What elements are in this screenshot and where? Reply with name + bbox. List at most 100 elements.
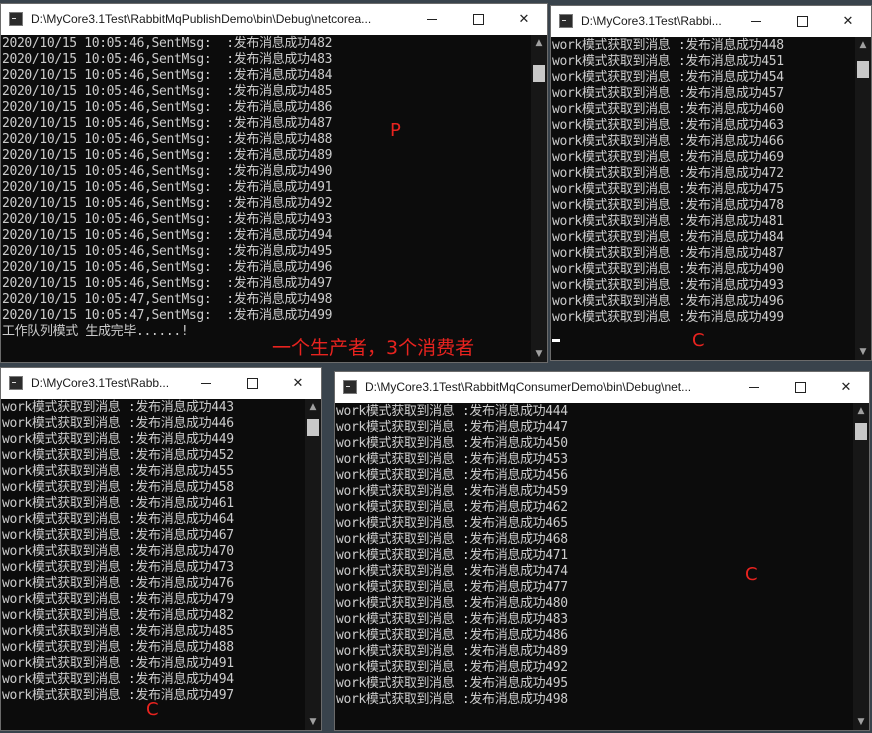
console-output: work模式获取到消息 :发布消息成功443 work模式获取到消息 :发布消息成…: [1, 399, 305, 730]
consumer-annotation-c-2: C: [146, 699, 159, 720]
title-bar[interactable]: D:\MyCore3.1Test\Rabb... ✕: [1, 368, 321, 399]
maximize-button[interactable]: [779, 6, 825, 37]
maximize-button[interactable]: [455, 4, 501, 35]
title-bar[interactable]: D:\MyCore3.1Test\Rabbi... ✕: [551, 6, 871, 37]
console-line: 2020/10/15 10:05:46,SentMsg: :发布消息成功495: [2, 244, 333, 259]
close-icon: ✕: [840, 380, 852, 395]
vertical-scrollbar[interactable]: ▲ ▼: [853, 403, 869, 730]
scrollbar-thumb[interactable]: [855, 423, 867, 440]
close-button[interactable]: ✕: [825, 6, 871, 37]
maximize-icon: [796, 16, 808, 27]
console-line: work模式获取到消息 :发布消息成功452: [2, 448, 234, 463]
minimize-icon: [201, 383, 211, 384]
console-line: 2020/10/15 10:05:46,SentMsg: :发布消息成功488: [2, 132, 333, 147]
minimize-button[interactable]: [409, 4, 455, 35]
close-icon: ✕: [292, 376, 304, 391]
console-app-icon: [343, 380, 357, 394]
vertical-scrollbar[interactable]: ▲ ▼: [855, 37, 871, 360]
console-line: work模式获取到消息 :发布消息成功458: [2, 480, 234, 495]
scrollbar-thumb[interactable]: [857, 61, 869, 78]
consumer-console-window-1[interactable]: D:\MyCore3.1Test\Rabbi... ✕ work模式获取到消息 …: [550, 5, 872, 361]
console-line: 2020/10/15 10:05:46,SentMsg: :发布消息成功490: [2, 164, 333, 179]
minimize-icon: [751, 21, 761, 22]
console-line: work模式获取到消息 :发布消息成功477: [336, 580, 568, 595]
console-line: work模式获取到消息 :发布消息成功463: [552, 118, 784, 133]
close-icon: ✕: [518, 12, 530, 27]
maximize-button[interactable]: [229, 368, 275, 399]
console-line: 2020/10/15 10:05:46,SentMsg: :发布消息成功482: [2, 36, 333, 51]
console-line: work模式获取到消息 :发布消息成功444: [336, 404, 568, 419]
console-line: work模式获取到消息 :发布消息成功495: [336, 676, 568, 691]
window-title: D:\MyCore3.1Test\Rabb...: [31, 376, 170, 390]
scrollbar-thumb[interactable]: [533, 65, 545, 82]
maximize-icon: [246, 378, 258, 389]
consumer-console-window-2[interactable]: D:\MyCore3.1Test\Rabb... ✕ work模式获取到消息 :…: [0, 367, 322, 731]
console-line: work模式获取到消息 :发布消息成功451: [552, 54, 784, 69]
console-line: 2020/10/15 10:05:46,SentMsg: :发布消息成功492: [2, 196, 333, 211]
console-line: work模式获取到消息 :发布消息成功470: [2, 544, 234, 559]
console-line: work模式获取到消息 :发布消息成功494: [2, 672, 234, 687]
scroll-up-arrow-icon[interactable]: ▲: [531, 35, 547, 51]
console-line: work模式获取到消息 :发布消息成功468: [336, 532, 568, 547]
console-line: 2020/10/15 10:05:46,SentMsg: :发布消息成功484: [2, 68, 333, 83]
console-line: work模式获取到消息 :发布消息成功478: [552, 198, 784, 213]
console-line: work模式获取到消息 :发布消息成功469: [552, 150, 784, 165]
console-line: work模式获取到消息 :发布消息成功448: [552, 38, 784, 53]
console-line: work模式获取到消息 :发布消息成功472: [552, 166, 784, 181]
console-line: work模式获取到消息 :发布消息成功449: [2, 432, 234, 447]
console-line: work模式获取到消息 :发布消息成功487: [552, 246, 784, 261]
setup-caption: 一个生产者，3个消费者: [272, 337, 475, 359]
console-line: work模式获取到消息 :发布消息成功454: [552, 70, 784, 85]
minimize-button[interactable]: [731, 372, 777, 403]
maximize-icon: [472, 14, 484, 25]
scrollbar-thumb[interactable]: [307, 419, 319, 436]
console-line: work模式获取到消息 :发布消息成功491: [2, 656, 234, 671]
scroll-up-arrow-icon[interactable]: ▲: [853, 403, 869, 419]
title-bar[interactable]: D:\MyCore3.1Test\RabbitMqConsumerDemo\bi…: [335, 372, 869, 403]
consumer-console-window-3[interactable]: D:\MyCore3.1Test\RabbitMqConsumerDemo\bi…: [334, 371, 870, 731]
close-button[interactable]: ✕: [823, 372, 869, 403]
console-line: 2020/10/15 10:05:47,SentMsg: :发布消息成功499: [2, 308, 333, 323]
close-button[interactable]: ✕: [501, 4, 547, 35]
minimize-button[interactable]: [183, 368, 229, 399]
scroll-up-arrow-icon[interactable]: ▲: [305, 399, 321, 415]
console-line: work模式获取到消息 :发布消息成功450: [336, 436, 568, 451]
console-line: 2020/10/15 10:05:46,SentMsg: :发布消息成功491: [2, 180, 333, 195]
console-line: work模式获取到消息 :发布消息成功479: [2, 592, 234, 607]
consumer-annotation-c-1: C: [692, 330, 705, 351]
console-line: 2020/10/15 10:05:46,SentMsg: :发布消息成功487: [2, 116, 333, 131]
console-line: work模式获取到消息 :发布消息成功480: [336, 596, 568, 611]
publisher-console-window[interactable]: D:\MyCore3.1Test\RabbitMqPublishDemo\bin…: [0, 3, 548, 363]
scroll-up-arrow-icon[interactable]: ▲: [855, 37, 871, 53]
console-line: 2020/10/15 10:05:46,SentMsg: :发布消息成功493: [2, 212, 333, 227]
console-line: work模式获取到消息 :发布消息成功471: [336, 548, 568, 563]
console-line: work模式获取到消息 :发布消息成功461: [2, 496, 234, 511]
minimize-button[interactable]: [733, 6, 779, 37]
maximize-button[interactable]: [777, 372, 823, 403]
scroll-down-arrow-icon[interactable]: ▼: [853, 714, 869, 730]
vertical-scrollbar[interactable]: ▲ ▼: [531, 35, 547, 362]
console-line: work模式获取到消息 :发布消息成功467: [2, 528, 234, 543]
console-line: work模式获取到消息 :发布消息成功459: [336, 484, 568, 499]
console-app-icon: [559, 14, 573, 28]
scroll-down-arrow-icon[interactable]: ▼: [305, 714, 321, 730]
console-line: work模式获取到消息 :发布消息成功489: [336, 644, 568, 659]
console-line: 2020/10/15 10:05:46,SentMsg: :发布消息成功485: [2, 84, 333, 99]
console-line: work模式获取到消息 :发布消息成功485: [2, 624, 234, 639]
console-line: work模式获取到消息 :发布消息成功482: [2, 608, 234, 623]
console-line: work模式获取到消息 :发布消息成功496: [552, 294, 784, 309]
scroll-down-arrow-icon[interactable]: ▼: [531, 346, 547, 362]
text-cursor: [552, 339, 560, 342]
close-button[interactable]: ✕: [275, 368, 321, 399]
vertical-scrollbar[interactable]: ▲ ▼: [305, 399, 321, 730]
scroll-down-arrow-icon[interactable]: ▼: [855, 344, 871, 360]
title-bar[interactable]: D:\MyCore3.1Test\RabbitMqPublishDemo\bin…: [1, 4, 547, 35]
console-line: 2020/10/15 10:05:46,SentMsg: :发布消息成功489: [2, 148, 333, 163]
console-line: 2020/10/15 10:05:46,SentMsg: :发布消息成功496: [2, 260, 333, 275]
console-line: work模式获取到消息 :发布消息成功456: [336, 468, 568, 483]
console-line: work模式获取到消息 :发布消息成功455: [2, 464, 234, 479]
console-output: work模式获取到消息 :发布消息成功448 work模式获取到消息 :发布消息成…: [551, 37, 855, 360]
console-line: work模式获取到消息 :发布消息成功443: [2, 400, 234, 415]
console-line: work模式获取到消息 :发布消息成功460: [552, 102, 784, 117]
consumer-annotation-c-3: C: [745, 564, 758, 585]
